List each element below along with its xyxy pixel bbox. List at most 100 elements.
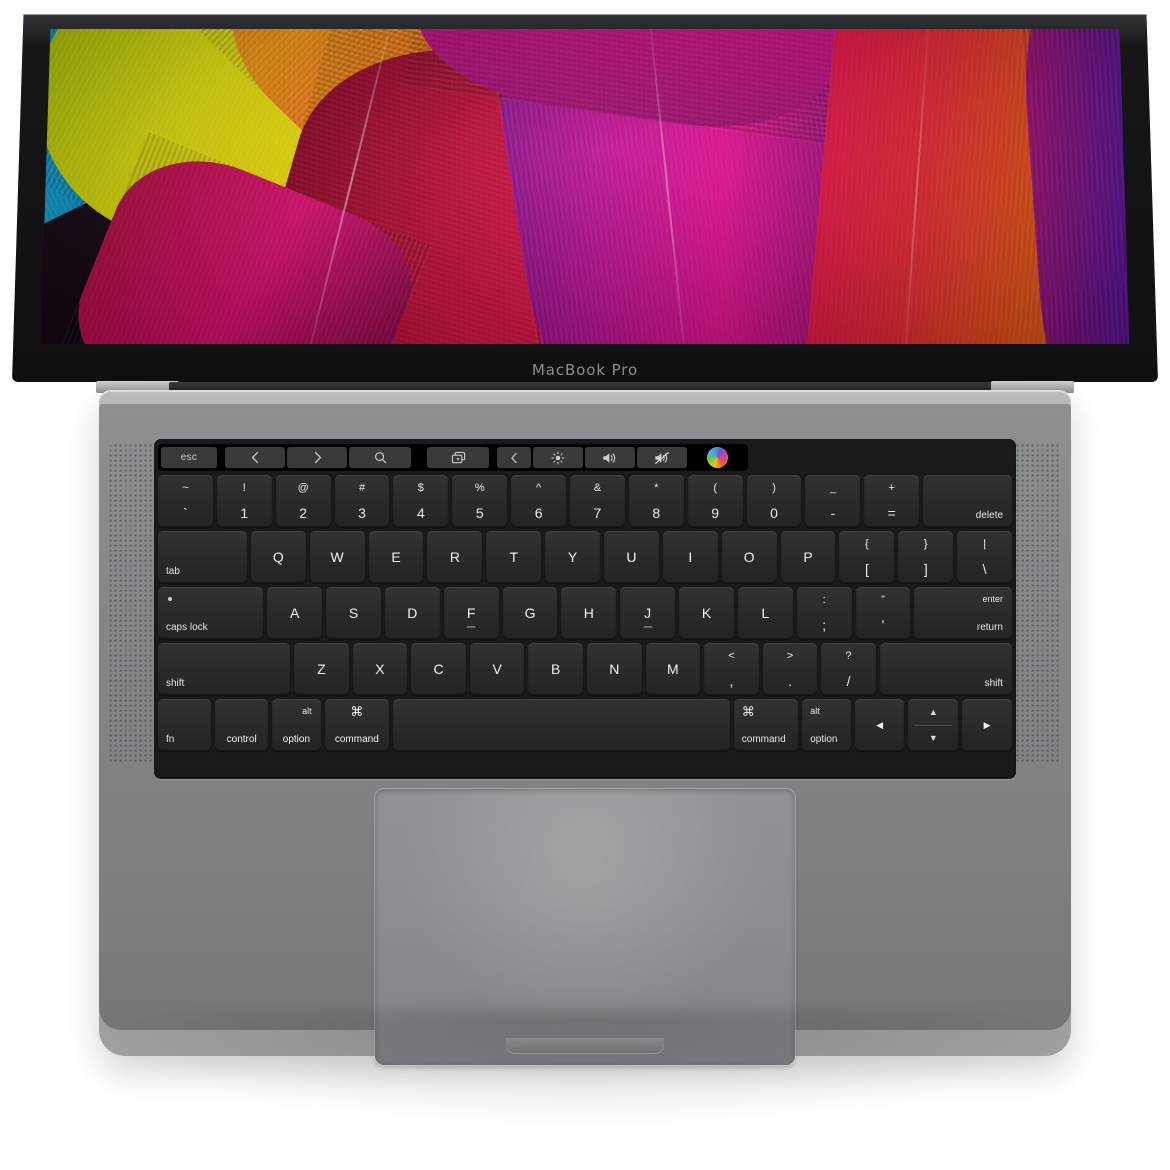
key-legend: F bbox=[466, 605, 476, 621]
key-k[interactable]: K bbox=[679, 587, 734, 639]
key-0[interactable]: ) 0 bbox=[746, 475, 802, 527]
key-legend-top: alt bbox=[810, 706, 820, 716]
key-w[interactable]: W bbox=[309, 531, 365, 583]
key-legend: M bbox=[667, 661, 679, 677]
key-semicolon[interactable]: :; bbox=[796, 587, 852, 639]
key-legend: V bbox=[492, 661, 502, 677]
key-fn[interactable]: fn bbox=[158, 699, 212, 751]
key-legend: I bbox=[688, 549, 693, 565]
key-a[interactable]: A bbox=[267, 587, 323, 639]
key-bracket-left[interactable]: {[ bbox=[839, 531, 895, 583]
key-legend: H bbox=[583, 605, 594, 621]
key-legend: A bbox=[290, 605, 300, 621]
key-legend-bottom: 2 bbox=[299, 505, 308, 521]
volume-up-icon[interactable] bbox=[585, 447, 635, 468]
key-4[interactable]: $4 bbox=[393, 475, 449, 527]
key-period[interactable]: >. bbox=[762, 643, 818, 695]
key-comma[interactable]: <, bbox=[704, 643, 759, 695]
command-glyph-icon: ⌘ bbox=[350, 704, 364, 719]
key-minus[interactable]: _ - bbox=[805, 475, 861, 527]
key-legend: shift bbox=[166, 678, 185, 689]
key-legend-top: ) bbox=[772, 482, 776, 494]
key-u[interactable]: U bbox=[604, 531, 659, 583]
key-b[interactable]: B bbox=[528, 643, 583, 695]
key-r[interactable]: R bbox=[427, 531, 483, 583]
key-7[interactable]: & 7 bbox=[570, 475, 625, 527]
key-m[interactable]: M bbox=[645, 643, 701, 695]
key-quote[interactable]: ”’ bbox=[855, 587, 911, 639]
key-delete[interactable]: delete bbox=[923, 475, 1013, 527]
key-p[interactable]: P bbox=[780, 531, 836, 583]
key-legend-top: : bbox=[822, 594, 826, 606]
key-legend-top: ~ bbox=[182, 482, 189, 494]
key-o[interactable]: O bbox=[721, 531, 777, 583]
base-top-case: esc ~ ` ! 1 @ 2 # 3 $ 4 % 5 ^ 6 & 7 * 8 … bbox=[99, 404, 1071, 1065]
key-arrow-left[interactable]: ◀ bbox=[854, 699, 905, 751]
keyboard-row-shift: shift Z X C V B N M <, >. ? / shift bbox=[158, 643, 1012, 695]
key-6[interactable]: ^ 6 bbox=[511, 475, 567, 527]
key-arrow-right[interactable]: ▶ bbox=[962, 699, 1013, 751]
chevron-right-icon[interactable] bbox=[287, 447, 347, 468]
key-c[interactable]: C bbox=[411, 643, 466, 695]
speaker-grille-left bbox=[109, 444, 159, 764]
key-g[interactable]: G bbox=[502, 587, 558, 639]
key-f[interactable]: F bbox=[443, 587, 499, 639]
key-space[interactable] bbox=[393, 699, 730, 751]
arrow-down-icon[interactable]: ▼ bbox=[908, 725, 958, 751]
key-slash[interactable]: ? / bbox=[821, 643, 876, 695]
key-control[interactable]: control bbox=[215, 699, 269, 751]
key-equals[interactable]: + = bbox=[864, 475, 920, 527]
search-icon[interactable] bbox=[349, 447, 411, 468]
key-1[interactable]: ! 1 bbox=[216, 475, 272, 527]
laptop-lid: MacBook Pro bbox=[12, 10, 1158, 382]
key-j[interactable]: J bbox=[620, 587, 676, 639]
key-t[interactable]: T bbox=[486, 531, 542, 583]
key-3[interactable]: #3 bbox=[334, 475, 390, 527]
key-s[interactable]: S bbox=[326, 587, 381, 639]
key-9[interactable]: (9 bbox=[687, 475, 743, 527]
key-legend-bottom: option bbox=[282, 734, 311, 745]
key-v[interactable]: V bbox=[469, 643, 525, 695]
key-n[interactable]: N bbox=[586, 643, 642, 695]
key-8[interactable]: * 8 bbox=[628, 475, 684, 527]
key-return[interactable]: enter return bbox=[914, 587, 1012, 639]
key-2[interactable]: @2 bbox=[275, 475, 331, 527]
arrow-up-icon[interactable]: ▲ bbox=[908, 699, 958, 725]
key-5[interactable]: % 5 bbox=[452, 475, 508, 527]
key-x[interactable]: X bbox=[352, 643, 408, 695]
touchbar-expand-chevron-left-icon[interactable] bbox=[497, 447, 531, 468]
key-arrow-updown[interactable]: ▲ ▼ bbox=[908, 699, 959, 751]
key-legend-top: % bbox=[474, 482, 485, 494]
key-q[interactable]: Q bbox=[250, 531, 306, 583]
key-h[interactable]: H bbox=[561, 587, 617, 639]
key-legend-bottom: ] bbox=[923, 561, 928, 577]
brightness-icon[interactable] bbox=[533, 447, 583, 468]
key-y[interactable]: Y bbox=[545, 531, 601, 583]
key-backtick[interactable]: ~ ` bbox=[158, 475, 213, 527]
key-legend-bottom: return bbox=[976, 622, 1003, 633]
volume-mute-icon[interactable] bbox=[637, 447, 687, 468]
key-l[interactable]: L bbox=[737, 587, 793, 639]
key-legend: W bbox=[330, 549, 344, 565]
siri-color-wheel-icon[interactable] bbox=[689, 447, 745, 468]
key-command-right[interactable]: ⌘ command bbox=[733, 699, 799, 751]
key-legend: fn bbox=[166, 734, 175, 745]
key-shift-left[interactable]: shift bbox=[158, 643, 291, 695]
key-i[interactable]: I bbox=[662, 531, 718, 583]
key-z[interactable]: Z bbox=[294, 643, 349, 695]
key-shift-right[interactable]: shift bbox=[879, 643, 1012, 695]
key-e[interactable]: E bbox=[368, 531, 424, 583]
chevron-left-icon[interactable] bbox=[225, 447, 285, 468]
key-caps-lock[interactable]: caps lock bbox=[158, 587, 264, 639]
key-backslash[interactable]: | \ bbox=[957, 531, 1013, 583]
key-bracket-right[interactable]: }] bbox=[898, 531, 954, 583]
key-tab[interactable]: tab bbox=[158, 531, 247, 583]
touch-bar-row: esc bbox=[158, 444, 1012, 471]
touch-bar[interactable]: esc bbox=[158, 444, 748, 471]
window-tabs-icon[interactable] bbox=[427, 447, 489, 468]
key-d[interactable]: D bbox=[384, 587, 440, 639]
key-option-left[interactable]: alt option bbox=[272, 699, 321, 751]
key-command-left[interactable]: ⌘ command bbox=[324, 699, 390, 751]
key-option-right[interactable]: alt option bbox=[802, 699, 851, 751]
touchbar-esc-button[interactable]: esc bbox=[161, 447, 217, 468]
